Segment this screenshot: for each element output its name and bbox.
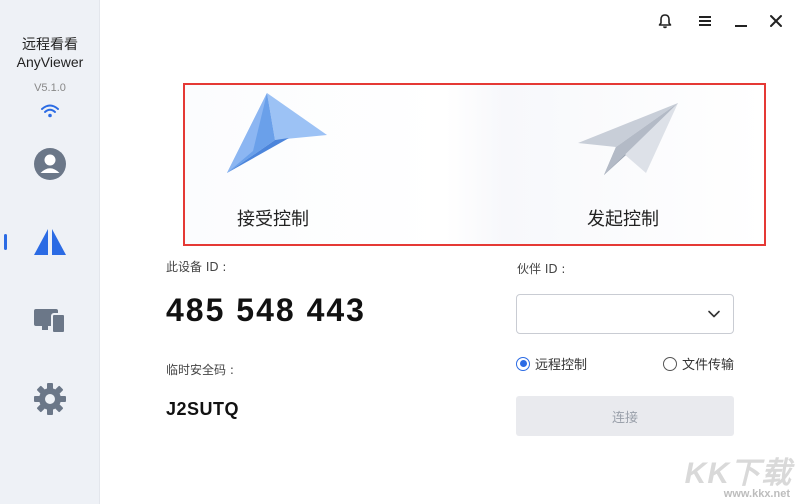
initiate-control-card[interactable]: 发起控制 <box>476 85 766 244</box>
nav-devices[interactable] <box>30 300 70 340</box>
device-id-label: 此设备 ID : <box>166 260 227 274</box>
close-button[interactable] <box>765 10 787 32</box>
minimize-icon <box>735 25 747 27</box>
chevron-down-icon[interactable] <box>707 307 721 321</box>
app-name-chinese: 远程看看 <box>22 37 78 53</box>
radio-file-transfer[interactable]: 文件传输 <box>663 354 734 373</box>
nav-account[interactable] <box>30 144 70 184</box>
remote-control-icon <box>34 229 66 255</box>
user-icon <box>34 148 66 180</box>
temp-security-code-value: J2SUTQ <box>166 399 240 419</box>
devices-icon <box>34 309 66 334</box>
app-name: AnyViewer <box>16 54 84 70</box>
wifi-icon <box>41 104 59 118</box>
paper-plane-gray-icon <box>578 103 678 175</box>
control-mode-panel: 接受控制 发起控制 <box>183 83 766 246</box>
receive-control-card[interactable]: 接受控制 <box>185 85 475 244</box>
close-icon <box>770 15 782 27</box>
watermark-url: www.kkx.net <box>723 488 790 500</box>
radio-file-transfer-label: 文件传输 <box>682 358 735 373</box>
hamburger-menu-icon <box>699 16 711 26</box>
menu-button[interactable] <box>694 10 716 32</box>
active-nav-indicator <box>4 234 7 250</box>
watermark: KK下载 www.kkx.net <box>672 448 792 500</box>
watermark-text: KK下载 <box>684 457 792 490</box>
notification-button[interactable] <box>654 10 676 32</box>
paper-plane-blue-icon <box>227 93 327 173</box>
radio-selected-indicator <box>516 356 530 371</box>
minimize-button[interactable] <box>730 10 752 32</box>
radio-unselected-indicator <box>663 356 677 371</box>
device-id-value: 485 548 443 <box>166 292 366 328</box>
nav-settings[interactable] <box>30 379 70 419</box>
app-version: V5.1.0 <box>34 82 66 94</box>
gear-icon <box>34 383 66 415</box>
nav-remote-control[interactable] <box>30 222 70 262</box>
radio-remote-control-label: 远程控制 <box>535 358 588 373</box>
initiate-control-label: 发起控制 <box>587 209 659 230</box>
partner-id-input[interactable] <box>516 294 734 334</box>
temp-security-code-label: 临时安全码 : <box>166 363 234 377</box>
bell-icon <box>658 14 672 29</box>
connect-button[interactable]: 连接 <box>516 396 734 436</box>
sidebar: 远程看看 AnyViewer V5.1.0 <box>0 0 100 504</box>
partner-id-label: 伙伴 ID : <box>517 262 566 276</box>
radio-remote-control[interactable]: 远程控制 <box>516 354 587 373</box>
